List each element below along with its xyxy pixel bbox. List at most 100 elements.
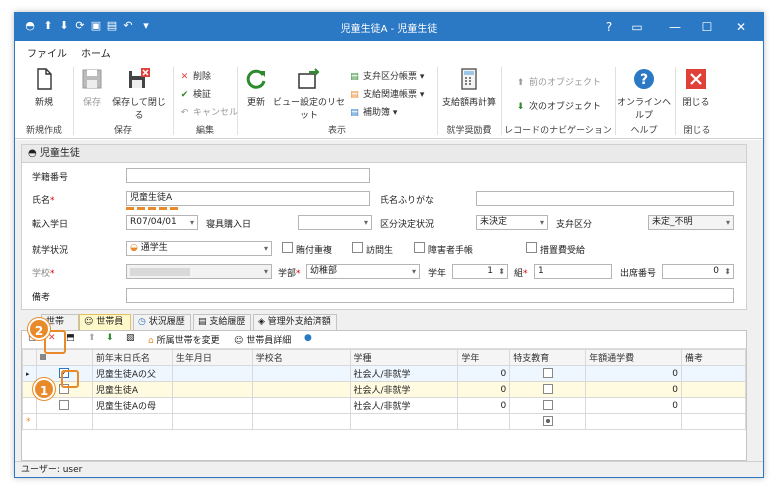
status-bar: ユーザー: user	[15, 461, 763, 477]
student-number-input[interactable]	[126, 168, 370, 183]
new-button[interactable]: 新規	[29, 67, 59, 108]
group-label-navigation: レコードのナビゲーション	[504, 126, 612, 136]
decision-status-select[interactable]: 未決定	[476, 215, 548, 230]
window-title: 児童生徒A - 児童生徒	[340, 24, 438, 35]
payment-related-form-button[interactable]: ▤ 支給関連帳票 ▾	[349, 87, 424, 100]
arrow-up-icon[interactable]: ⬆	[88, 333, 96, 343]
special-education-checkbox[interactable]	[509, 397, 587, 414]
measure-fee-checkbox[interactable]	[526, 242, 537, 253]
label-class: 組*	[514, 269, 528, 279]
reset-view-icon	[298, 68, 320, 89]
payment-category-select[interactable]: 未定_不明	[648, 215, 734, 230]
svg-text:?: ?	[640, 72, 648, 88]
school-status-select[interactable]: ◒ 通学生	[126, 241, 272, 256]
close-button[interactable]: ✕	[729, 17, 753, 37]
label-name: 氏名*	[32, 196, 55, 206]
save-icon	[82, 69, 102, 89]
label-payment-category: 支弁区分	[556, 220, 593, 230]
form-icon: ▤	[350, 72, 359, 82]
form-icon: ▤	[350, 90, 359, 100]
member-detail-button[interactable]: ☺ 世帯員詳細	[234, 333, 291, 346]
change-household-button[interactable]: ⌂ 所属世帯を変更	[148, 333, 220, 346]
refresh-button[interactable]: 更新	[241, 67, 271, 108]
export-icon[interactable]: ▧	[126, 333, 135, 343]
link-object-icon[interactable]: ⬒	[66, 333, 75, 343]
tab-external-payments[interactable]: ◈ 管理外支給済額	[253, 314, 337, 330]
column-header[interactable]: 生年月日	[171, 349, 253, 366]
tab-payment-history[interactable]: ▤ 支給履歴	[193, 314, 251, 330]
column-header[interactable]: 備考	[681, 349, 746, 366]
help-icon[interactable]: ?	[597, 17, 621, 37]
column-header[interactable]: 特支教育	[509, 349, 587, 366]
save-and-close-button[interactable]: 保存して閉じる	[111, 67, 167, 121]
table-row[interactable]: 児童生徒A 社会人/非就学 0 0	[22, 381, 746, 398]
help-icon[interactable]: ●	[304, 333, 312, 343]
next-object-button[interactable]: ⬇ 次のオブジェクト	[515, 99, 601, 112]
save-close-icon	[129, 68, 150, 88]
table-row[interactable]: ▸ ✓ 児童生徒Aの父 社会人/非就学 0 0	[22, 365, 746, 382]
disability-card-checkbox[interactable]	[414, 242, 425, 253]
tab-status-history[interactable]: ◷ 状況履歴	[133, 314, 191, 330]
transfer-date-picker[interactable]: R07/04/01	[126, 215, 198, 230]
close-record-button[interactable]: 閉じる	[679, 67, 713, 108]
content-area: ◓ 児童生徒 学籍番号 氏名* 児童生徒A 氏名ふりがな 転入学日 R07/04…	[15, 140, 763, 461]
table-header-row: 前年末日氏名 生年月日 学校名 学種 学年 特支教育 年額通学費 備考	[22, 349, 746, 366]
school-select[interactable]	[126, 264, 272, 279]
attendance-number-stepper[interactable]: 0	[662, 264, 734, 279]
external-icon: ◈	[258, 317, 268, 327]
save-button[interactable]: 保存	[77, 67, 107, 108]
column-header[interactable]: 前年末日氏名	[91, 349, 173, 366]
special-education-checkbox[interactable]	[509, 365, 587, 382]
prev-object-button[interactable]: ⬆ 前のオブジェクト	[515, 75, 601, 88]
label-remarks: 備考	[32, 293, 51, 303]
household-members-table: 前年末日氏名 生年月日 学校名 学種 学年 特支教育 年額通学費 備考 ▸ ✓ …	[22, 349, 746, 430]
tab-household-members[interactable]: ☺ 世帯員	[79, 314, 131, 330]
dorm-checkbox[interactable]	[282, 242, 293, 253]
maximize-button[interactable]: ☐	[695, 17, 719, 37]
class-input[interactable]: 1	[534, 264, 612, 279]
callout-step-2: 2	[28, 318, 50, 340]
group-label-save: 保存	[113, 126, 132, 136]
minimize-button[interactable]: —	[663, 17, 687, 37]
label-equipment-date: 寝具購入日	[206, 220, 252, 230]
label-grade: 学年	[428, 269, 447, 279]
column-header[interactable]: 学年	[457, 349, 511, 366]
ribbon: 新規 新規作成 保存 保存して閉じる 保存 ✕ 削除 ✔ 検証 ↶ キャンセル 編集 …	[15, 61, 763, 139]
grid-toolbar: ▢ ✕ ⬒ ⬆ ⬇ ▧ ⌂ 所属世帯を変更 ☺ 世帯員詳細 ●	[22, 331, 746, 349]
name-input[interactable]: 児童生徒A	[126, 191, 370, 206]
app-window: ◓ ⬆ ⬇ ⟳ ▣ ▤ ↶ ▾ 児童生徒A - 児童生徒 ? ▭ — ☐ ✕ フ…	[14, 12, 764, 478]
verify-button[interactable]: ✔ 検証	[179, 87, 211, 100]
arrow-down-icon: ⬇	[516, 102, 525, 112]
department-select[interactable]: 幼稚部	[306, 264, 420, 279]
column-header[interactable]: 学種	[349, 349, 459, 366]
name-kana-input[interactable]	[476, 191, 734, 206]
equipment-date-picker[interactable]	[298, 215, 372, 230]
online-help-button[interactable]: ? オンラインヘルプ	[617, 67, 671, 121]
label-attendance-number: 出席番号	[620, 269, 657, 279]
special-education-checkbox[interactable]	[509, 413, 587, 430]
label-decision-status: 区分決定状況	[380, 220, 435, 230]
new-row[interactable]: *	[22, 413, 746, 430]
cancel-button[interactable]: ↶ キャンセル	[179, 105, 238, 118]
label-name-kana: 氏名ふりがな	[380, 196, 435, 206]
group-label-scholarship: 就学奨励費	[446, 126, 492, 136]
tab-file[interactable]: ファイル	[27, 45, 67, 60]
column-header[interactable]: 学校名	[251, 349, 351, 366]
blurred-school-name	[130, 268, 190, 276]
grade-stepper[interactable]: 1	[452, 264, 508, 279]
special-education-checkbox[interactable]	[509, 381, 587, 398]
visiting-checkbox[interactable]	[352, 242, 363, 253]
payment-category-form-button[interactable]: ▤ 支弁区分帳票 ▾	[349, 69, 424, 82]
arrow-down-icon[interactable]: ⬇	[106, 333, 114, 343]
table-row[interactable]: 児童生徒Aの母 社会人/非就学 0 0	[22, 397, 746, 414]
group-label-close: 閉じる	[683, 126, 711, 136]
payment-recalc-button[interactable]: 支給額再計算	[441, 67, 497, 108]
column-header[interactable]: 年額通学費	[585, 349, 683, 366]
assist-form-button[interactable]: ▤ 補助簿 ▾	[349, 105, 397, 118]
reset-view-button[interactable]: ビュー設定のリセット	[273, 67, 345, 121]
highlight-dash	[126, 207, 180, 210]
delete-button[interactable]: ✕ 削除	[179, 69, 211, 82]
group-label-help: ヘルプ	[630, 126, 658, 136]
remarks-input[interactable]	[126, 288, 734, 303]
layout-icon[interactable]: ▭	[625, 17, 649, 37]
